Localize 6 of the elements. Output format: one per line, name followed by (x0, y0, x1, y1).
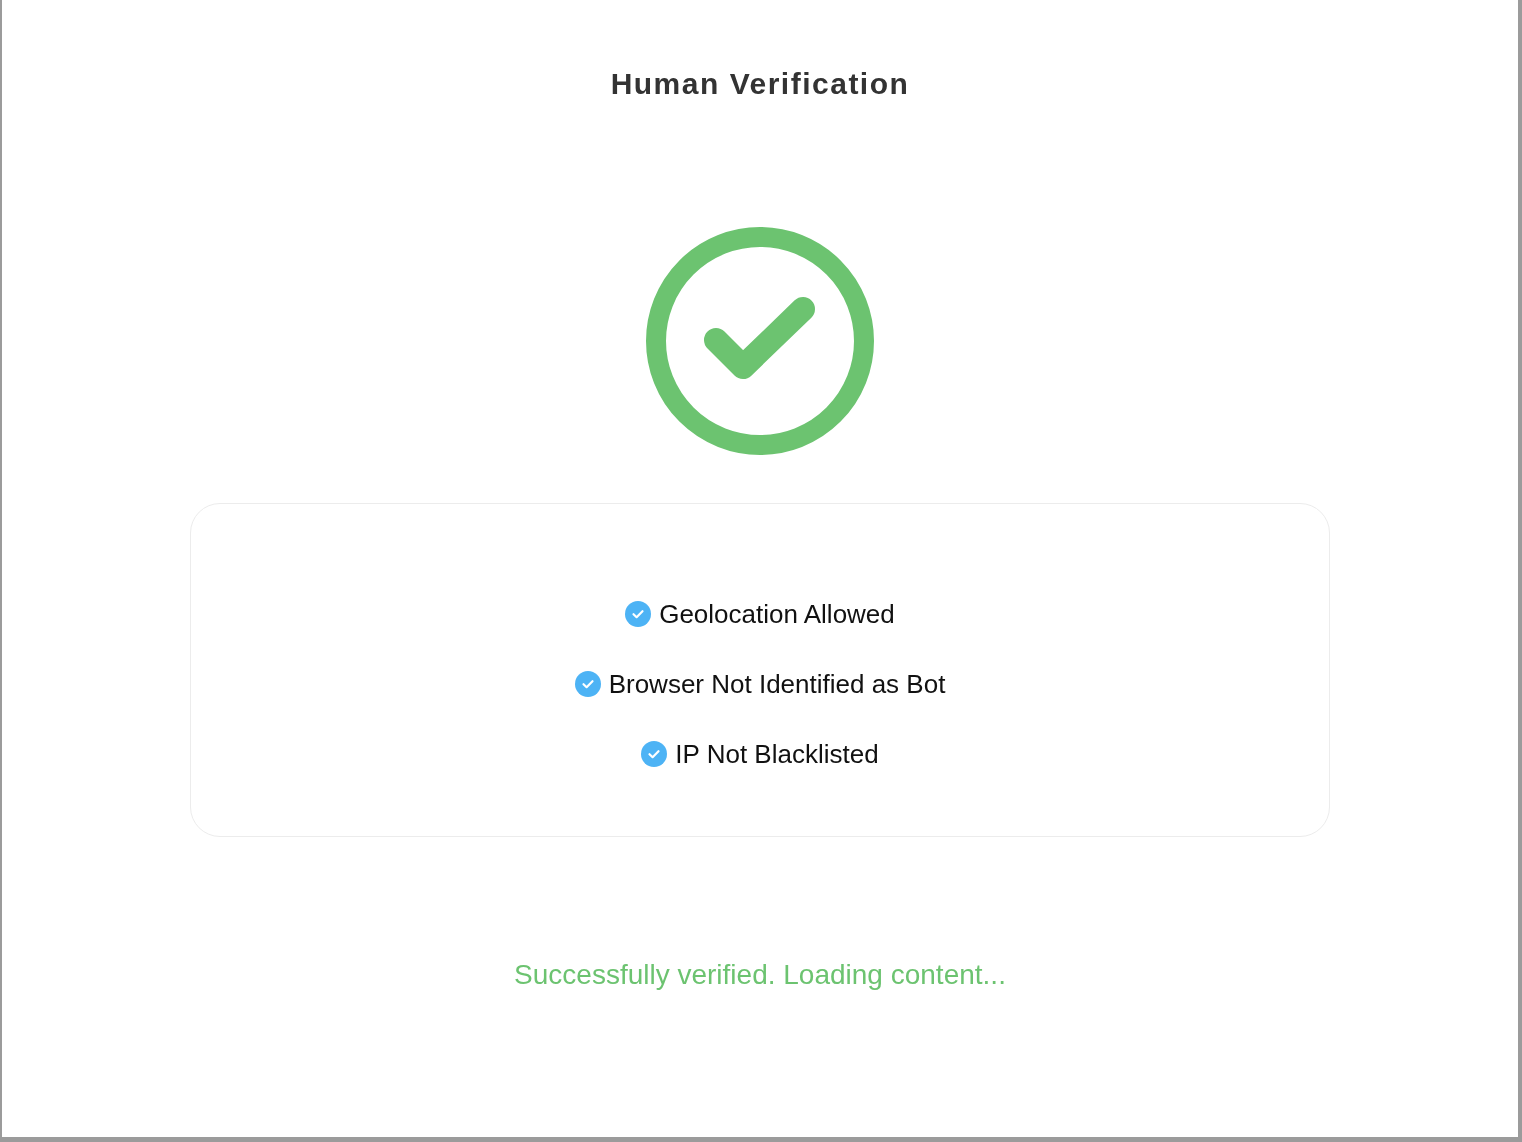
check-label: IP Not Blacklisted (675, 738, 879, 771)
status-message: Successfully verified. Loading content... (514, 958, 1006, 992)
check-label: Geolocation Allowed (659, 598, 895, 631)
check-circle-icon (646, 227, 874, 455)
check-label: Browser Not Identified as Bot (608, 668, 946, 701)
page-title: Human Verification (610, 66, 910, 102)
